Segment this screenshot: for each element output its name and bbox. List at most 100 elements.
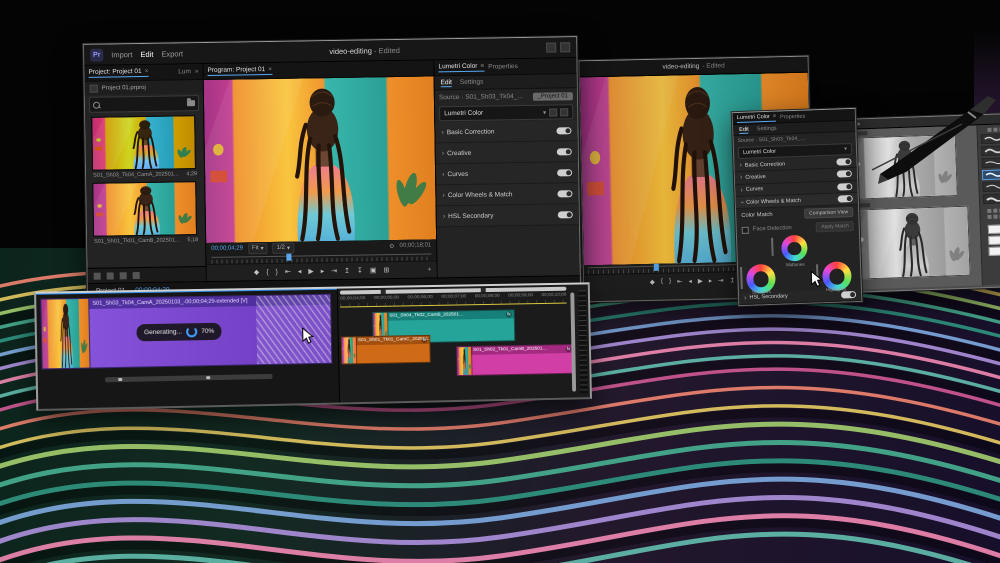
search-box[interactable] bbox=[89, 95, 199, 113]
tab-more-icon[interactable]: » bbox=[195, 68, 199, 75]
close-icon[interactable]: × bbox=[145, 68, 149, 75]
tab-project[interactable]: Project: Project 01 × bbox=[88, 68, 148, 78]
section-toggle[interactable] bbox=[836, 158, 851, 166]
subtab-settings[interactable]: Settings bbox=[460, 79, 484, 86]
timeline-clip-v1b[interactable]: S01_Sh02_Tk01_CamB_202501… fx bbox=[456, 344, 575, 376]
go-to-in-button[interactable]: ⇤ bbox=[677, 277, 683, 285]
new-folder-icon[interactable] bbox=[187, 100, 195, 106]
playhead-1[interactable] bbox=[286, 254, 291, 261]
section-toggle[interactable] bbox=[557, 148, 572, 155]
new-bin-icon[interactable] bbox=[107, 272, 114, 279]
section-creative[interactable]: › Creative bbox=[436, 141, 578, 164]
trash-icon[interactable] bbox=[133, 272, 140, 279]
close-icon[interactable]: × bbox=[268, 66, 272, 73]
grid-view-icon[interactable] bbox=[90, 84, 98, 92]
step-back-button[interactable]: ◂ bbox=[298, 267, 302, 275]
storyboard-frame-2[interactable] bbox=[852, 206, 970, 280]
tab-properties-2[interactable]: Properties bbox=[780, 113, 805, 120]
lift-button[interactable]: ↥ bbox=[729, 276, 735, 284]
lumetri-preset-dropdown[interactable]: Lumetri Color ▾ bbox=[439, 104, 573, 121]
section-color-wheels[interactable]: › Color Wheels & Match bbox=[436, 183, 578, 206]
layer-swatch[interactable] bbox=[988, 235, 1000, 245]
midtones-slider[interactable] bbox=[771, 238, 774, 256]
extract-button[interactable]: ↧ bbox=[357, 267, 363, 275]
panel-icon[interactable] bbox=[993, 209, 997, 213]
panel-icon[interactable] bbox=[987, 209, 991, 213]
section-toggle[interactable] bbox=[556, 127, 571, 134]
project-clip-1[interactable]: S01_Sh03_Tk04_CamA_202501… 4;29 bbox=[91, 115, 198, 181]
source-clip-label: Source · S01_Sh03_Tk04_… bbox=[439, 93, 524, 101]
mark-in-button[interactable]: { bbox=[266, 269, 268, 276]
section-toggle[interactable] bbox=[558, 211, 573, 218]
tab-lumetri-color-2[interactable]: Lumetri Color ≡ bbox=[737, 113, 776, 122]
chevron-right-icon: › bbox=[442, 192, 444, 199]
layer-swatch[interactable] bbox=[988, 224, 1000, 234]
settings-wrench-icon[interactable]: ⚙ bbox=[389, 243, 394, 250]
panel-icon[interactable] bbox=[993, 215, 997, 219]
new-item-icon[interactable] bbox=[120, 272, 127, 279]
lift-button[interactable]: ↥ bbox=[344, 267, 350, 275]
marker-button[interactable]: ◆ bbox=[254, 268, 260, 276]
timeline-h-scrollbar[interactable] bbox=[105, 374, 274, 382]
project-chip[interactable]: _Project 01 bbox=[532, 92, 572, 101]
marker-button[interactable]: ◆ bbox=[650, 277, 655, 285]
menu-edit[interactable]: Edit bbox=[140, 49, 153, 58]
compare-button[interactable]: ⊞ bbox=[383, 266, 389, 274]
panel-options-icon[interactable] bbox=[560, 42, 570, 52]
brush-preset[interactable] bbox=[983, 193, 1000, 204]
timeline-clip-v1a[interactable]: S01_Sh01_Tk01_CamC_202501… fx bbox=[341, 335, 431, 365]
section-hsl-secondary[interactable]: › HSL Secondary bbox=[437, 204, 579, 227]
step-forward-button[interactable]: ▸ bbox=[321, 267, 325, 275]
apply-match-button[interactable]: Apply Match bbox=[816, 222, 854, 233]
section-toggle[interactable] bbox=[557, 190, 572, 197]
fit-dropdown[interactable]: Fit ▾ bbox=[248, 243, 268, 254]
mark-out-button[interactable]: } bbox=[669, 278, 671, 285]
export-frame-button[interactable]: ▣ bbox=[370, 266, 377, 274]
timeline-v-scrollbar[interactable] bbox=[570, 293, 576, 392]
tab-lumetri-color[interactable]: Lumetri Color ≡ bbox=[438, 63, 484, 73]
step-forward-button[interactable]: ▸ bbox=[709, 276, 712, 284]
go-to-out-button[interactable]: ⇥ bbox=[331, 267, 337, 275]
shadows-slider[interactable] bbox=[740, 267, 743, 289]
playhead-2[interactable] bbox=[654, 264, 659, 271]
section-basic-correction[interactable]: › Basic Correction bbox=[435, 120, 577, 143]
tab-overflow[interactable]: Lum bbox=[178, 68, 191, 75]
menu-export[interactable]: Export bbox=[161, 49, 183, 58]
subtab-edit-2[interactable]: Edit bbox=[739, 126, 749, 133]
timeline-ruler[interactable]: 00;00;04;00 00;00;05;00 00;00;06;00 00;0… bbox=[340, 293, 567, 308]
resolution-dropdown[interactable]: 1/2 ▾ bbox=[273, 242, 295, 253]
step-back-button[interactable]: ◂ bbox=[688, 277, 691, 285]
project-file-row[interactable]: Project 01.prproj bbox=[85, 80, 203, 95]
go-to-out-button[interactable]: ⇥ bbox=[718, 276, 724, 284]
progress-spinner-icon bbox=[186, 326, 197, 337]
subtab-settings-2[interactable]: Settings bbox=[757, 126, 777, 133]
midtones-wheel[interactable] bbox=[781, 235, 808, 262]
project-clip-2[interactable]: S01_Sh01_Tk01_CamB_202501… 5;18 bbox=[92, 181, 199, 247]
go-to-in-button[interactable]: ⇤ bbox=[285, 268, 291, 276]
panel-icon[interactable] bbox=[987, 215, 991, 219]
eye-icon[interactable] bbox=[560, 108, 568, 116]
comparison-view-button[interactable]: Comparison View bbox=[804, 208, 853, 220]
section-curves[interactable]: › Curves bbox=[436, 162, 578, 185]
mark-in-button[interactable]: { bbox=[661, 278, 663, 285]
subtab-edit[interactable]: Edit bbox=[441, 79, 452, 87]
play-button[interactable]: ▶ bbox=[698, 276, 703, 284]
add-button[interactable]: + bbox=[427, 266, 431, 273]
menu-import[interactable]: Import bbox=[111, 50, 132, 59]
mark-out-button[interactable]: } bbox=[276, 268, 278, 275]
play-button[interactable]: ▶ bbox=[308, 267, 314, 275]
pen-tool-icon[interactable] bbox=[94, 272, 101, 279]
section-toggle[interactable] bbox=[841, 291, 856, 299]
workspace-icon[interactable] bbox=[546, 42, 556, 52]
reset-icon[interactable] bbox=[549, 108, 557, 116]
panel-menu-icon[interactable]: ≡ bbox=[773, 113, 776, 119]
layer-swatch[interactable] bbox=[989, 246, 1000, 256]
section-toggle[interactable] bbox=[837, 171, 852, 179]
tab-program[interactable]: Program: Project 01 × bbox=[207, 66, 272, 76]
tab-properties[interactable]: Properties bbox=[488, 63, 518, 70]
panel-menu-icon[interactable]: ≡ bbox=[480, 63, 484, 70]
face-detection-checkbox[interactable] bbox=[742, 227, 749, 234]
section-toggle[interactable] bbox=[557, 169, 572, 176]
section-toggle[interactable] bbox=[838, 195, 853, 203]
section-toggle[interactable] bbox=[837, 183, 852, 191]
